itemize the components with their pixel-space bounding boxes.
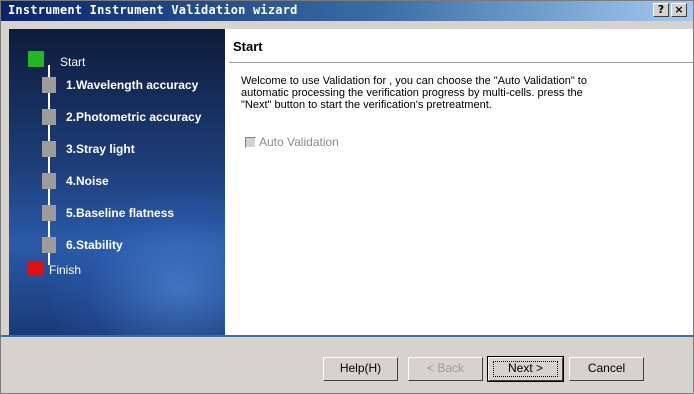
step-2-label: 2.Photometric accuracy: [66, 110, 202, 124]
step-2-icon: [42, 109, 56, 125]
footer-separator: [1, 335, 693, 337]
cancel-button[interactable]: Cancel: [569, 357, 644, 381]
step-finish-label: Finish: [49, 263, 82, 277]
close-button[interactable]: ×: [671, 3, 687, 17]
title-bar[interactable]: Instrument Instrument Validation wizard …: [1, 1, 693, 21]
start-step-icon: [28, 51, 44, 67]
heading-divider: [229, 62, 693, 63]
step-connector-line: [48, 65, 50, 265]
welcome-text: Welcome to use Validation for , you can …: [241, 75, 587, 111]
finish-step-icon: [28, 261, 44, 275]
step-4-icon: [42, 173, 56, 189]
wizard-window: Instrument Instrument Validation wizard …: [0, 0, 694, 394]
wizard-content-panel: Start Welcome to use Validation for , yo…: [225, 29, 693, 335]
auto-validation-checkbox[interactable]: [245, 137, 256, 148]
page-title: Start: [233, 39, 263, 54]
wizard-steps-sidebar: Start 1.Wavelength accuracy 2.Photometri…: [9, 29, 225, 335]
step-start-label: Start: [60, 55, 86, 69]
step-4-label: 4.Noise: [66, 174, 109, 188]
step-6-label: 6.Stability: [66, 238, 123, 252]
step-6-icon: [42, 237, 56, 253]
step-3-label: 3.Stray light: [66, 142, 135, 156]
auto-validation-label[interactable]: Auto Validation: [259, 135, 339, 149]
help-button[interactable]: Help(H): [323, 357, 398, 381]
step-5-icon: [42, 205, 56, 221]
back-button-label: < Back: [426, 361, 465, 375]
step-1-icon: [42, 77, 56, 93]
cancel-button-label: Cancel: [587, 361, 626, 375]
step-3-icon: [42, 141, 56, 157]
step-5-label: 5.Baseline flatness: [66, 206, 175, 220]
window-title: Instrument Instrument Validation wizard: [8, 3, 298, 17]
back-button[interactable]: < Back: [408, 357, 483, 381]
help-button-label: Help(H): [339, 361, 382, 375]
step-1-label: 1.Wavelength accuracy: [66, 78, 199, 92]
next-button[interactable]: Next >: [487, 356, 564, 382]
help-title-button[interactable]: ?: [653, 3, 669, 17]
